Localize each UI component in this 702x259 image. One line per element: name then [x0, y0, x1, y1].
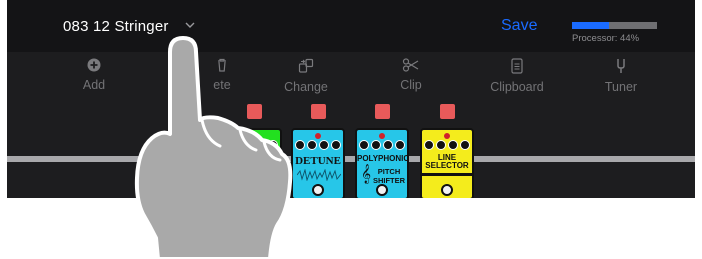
pointing-hand-icon	[134, 36, 293, 259]
